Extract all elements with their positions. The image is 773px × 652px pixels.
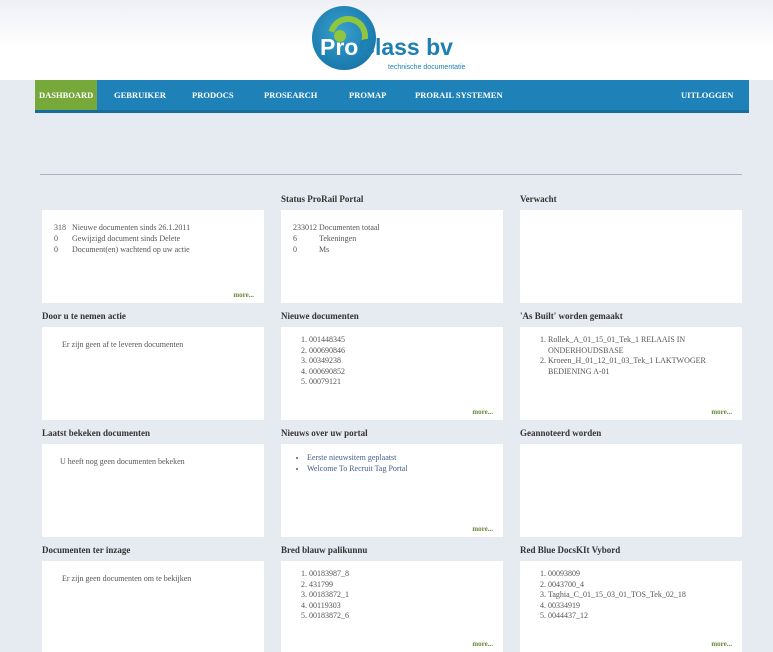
list-item[interactable]: 00079121 (309, 377, 493, 388)
list-item[interactable]: 000690852 (309, 367, 493, 378)
nav-prorail-systemen[interactable]: PRORAIL SYSTEMEN (411, 80, 507, 110)
brand-name: ProClass bv (320, 34, 453, 61)
panel-2: 233012 Documenten totaal 6 Tekeningen 0 Ms (281, 210, 503, 303)
panel-10: Er zijn geen documenten om te bekijken (42, 561, 264, 652)
panel-6-title: 'As Built' worden gemaakt (520, 311, 623, 321)
panel-7-text: U heeft nog geen documenten bekeken (60, 457, 185, 466)
brand-name-pro: Pro (320, 34, 359, 60)
list-item[interactable]: 00183987_8 (309, 569, 493, 580)
panel-4-text: Er zijn geen af te leveren documenten (62, 340, 184, 349)
nav-prodocs[interactable]: PRODOCS (188, 80, 238, 110)
panel-3-title: Verwacht (520, 194, 557, 204)
list-item: 233012 Documenten totaal (293, 223, 380, 232)
nav-gebruiker[interactable]: GEBRUIKER (110, 80, 170, 110)
panel-5: 001448345 000690846 00349238 000690852 0… (281, 327, 503, 420)
panel-4: Er zijn geen af te leveren documenten (42, 327, 264, 420)
panel-6: Rollek_A_01_15_01_Tek_1 RELAAIS IN ONDER… (520, 327, 742, 420)
more-link[interactable]: more... (233, 291, 254, 299)
list-item[interactable]: Rollek_A_01_15_01_Tek_1 RELAAIS IN ONDER… (548, 335, 732, 356)
nav-promap[interactable]: PROMAP (345, 80, 390, 110)
panel-4-title: Door u te nemen actie (42, 311, 126, 321)
panel-12: 00093809 0043700_4 Taghia_C_01_15_03_01_… (520, 561, 742, 652)
list-item[interactable]: 00349238 (309, 356, 493, 367)
brand-tagline: technische documentatie (388, 64, 466, 71)
list-item[interactable]: 431799 (309, 580, 493, 591)
more-link[interactable]: more... (711, 408, 732, 416)
panel-7-title: Laatst bekeken documenten (42, 428, 151, 438)
list-item[interactable]: Taghia_C_01_15_03_01_TOS_Tek_02_18 (548, 590, 732, 601)
list-item[interactable]: 00119303 (309, 601, 493, 612)
panel-8: Eerste nieuwsitem geplaatst Welcome To R… (281, 444, 503, 537)
main-nav: DASHBOARD GEBRUIKER PRODOCS PROSEARCH PR… (35, 80, 749, 113)
panel-8-title: Nieuws over uw portal (281, 428, 368, 438)
list-item[interactable]: 00093809 (548, 569, 732, 580)
panel-2-title: Status ProRail Portal (281, 194, 364, 204)
more-link[interactable]: more... (472, 408, 493, 416)
panel-5-title: Nieuwe documenten (281, 311, 359, 321)
panel-12-list: 00093809 0043700_4 Taghia_C_01_15_03_01_… (532, 569, 732, 622)
more-link[interactable]: more... (711, 640, 732, 648)
panel-9-title: Geannoteerd worden (520, 428, 602, 438)
list-item[interactable]: 00183872_6 (309, 611, 493, 622)
list-item[interactable]: 000690846 (309, 346, 493, 357)
list-item[interactable]: 00334919 (548, 601, 732, 612)
list-item[interactable]: 001448345 (309, 335, 493, 346)
list-item[interactable]: Kroeen_H_01_12_01_03_Tek_1 LAKTWOGER BED… (548, 356, 732, 377)
panel-11: 00183987_8 431799 00183872_1 00119303 00… (281, 561, 503, 652)
panel-12-title: Red Blue DocsKIt Vybord (520, 545, 621, 555)
list-item[interactable]: 00183872_1 (309, 590, 493, 601)
more-link[interactable]: more... (472, 640, 493, 648)
list-item: 0 Ms (293, 245, 330, 254)
panel-11-list: 00183987_8 431799 00183872_1 00119303 00… (293, 569, 493, 622)
panel-1: 318 Nieuwe documenten sinds 26.1.2011 0 Ge… (42, 210, 264, 303)
list-item: 318 Nieuwe documenten sinds 26.1.2011 (54, 223, 191, 232)
new-documents-list: 001448345 000690846 00349238 000690852 0… (293, 335, 493, 388)
nav-dashboard[interactable]: DASHBOARD (35, 80, 98, 110)
panel-7: U heeft nog geen documenten bekeken (42, 444, 264, 537)
panel-11-title: Bred blauw palikunnu (281, 545, 368, 555)
list-item: 0 Document(en) wachtend op uw actie (54, 245, 190, 254)
panel-10-title: Documenten ter inzage (42, 545, 131, 555)
brand-name-rest: Class bv (358, 34, 453, 60)
more-link[interactable]: more... (472, 525, 493, 533)
nav-uitloggen[interactable]: UITLOGGEN (677, 80, 737, 110)
nav-prosearch[interactable]: PROSEARCH (260, 80, 321, 110)
news-list: Eerste nieuwsitem geplaatst Welcome To R… (293, 452, 493, 474)
news-link[interactable]: Welcome To Recruit Tag Portal (307, 463, 493, 474)
divider (40, 174, 742, 175)
header: ProClass bv technische documentatie (0, 0, 773, 80)
as-built-list: Rollek_A_01_15_01_Tek_1 RELAAIS IN ONDER… (532, 335, 732, 377)
list-item[interactable]: 0043700_4 (548, 580, 732, 591)
panel-9 (520, 444, 742, 537)
list-item: 6 Tekeningen (293, 234, 357, 243)
list-item: 0 Gewijzigd document sinds Delete (54, 234, 181, 243)
panel-3 (520, 210, 742, 303)
list-item[interactable]: 0044437_12 (548, 611, 732, 622)
panel-10-text: Er zijn geen documenten om te bekijken (62, 574, 192, 583)
news-link[interactable]: Eerste nieuwsitem geplaatst (307, 452, 493, 463)
proclass-logo[interactable]: ProClass bv technische documentatie (308, 4, 508, 76)
